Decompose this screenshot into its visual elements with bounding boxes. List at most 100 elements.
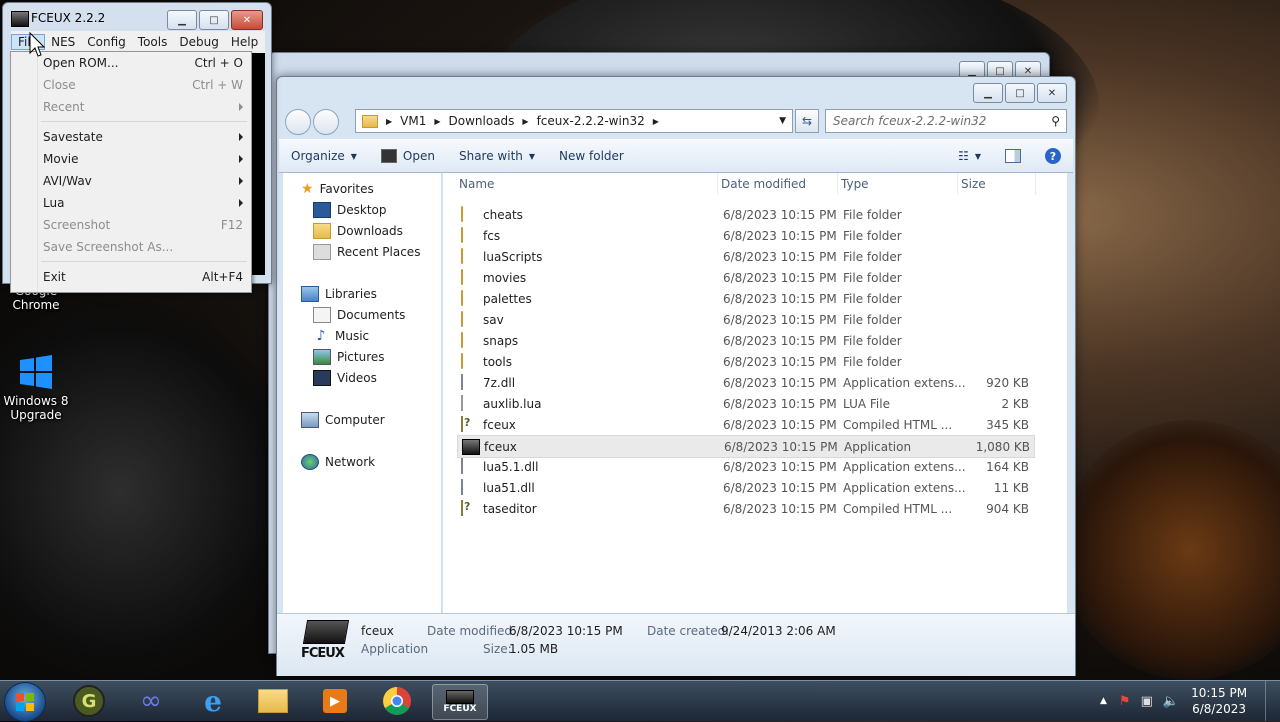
- menu-item-open-rom[interactable]: Open ROM... Ctrl + O: [43, 53, 243, 73]
- new-folder-button[interactable]: New folder: [547, 149, 636, 163]
- file-row[interactable]: cheats 6/8/2023 10:15 PM File folder: [457, 204, 1033, 225]
- minimize-button[interactable]: ▁: [973, 83, 1003, 103]
- menu-item-avi-wav[interactable]: AVI/Wav: [43, 171, 243, 191]
- taskbar-app-infinity[interactable]: ∞: [124, 684, 178, 718]
- file-row[interactable]: lua5.1.dll 6/8/2023 10:15 PM Application e…: [457, 456, 1033, 477]
- network-status-icon[interactable]: ▣: [1141, 694, 1153, 709]
- nav-recent-places[interactable]: Recent Places: [313, 244, 420, 260]
- file-row[interactable]: luaScripts 6/8/2023 10:15 PM File folder: [457, 246, 1033, 267]
- file-row[interactable]: tools 6/8/2023 10:15 PM File folder: [457, 351, 1033, 372]
- breadcrumb-fceux-folder[interactable]: fceux-2.2.2-win32: [533, 114, 649, 128]
- maximize-button[interactable]: □: [199, 10, 229, 30]
- file-row[interactable]: auxlib.lua 6/8/2023 10:15 PM LUA File 2 KB: [457, 393, 1033, 414]
- file-icon-wrap: [461, 416, 463, 432]
- taskbar-windows-explorer[interactable]: [246, 684, 300, 718]
- menu-debug[interactable]: Debug: [173, 35, 224, 49]
- taskbar-internet-explorer[interactable]: e: [186, 684, 240, 718]
- close-button[interactable]: ✕: [231, 10, 263, 30]
- file-row[interactable]: 7z.dll 6/8/2023 10:15 PM Application exten…: [457, 372, 1033, 393]
- search-box[interactable]: Search fceux-2.2.2-win32 ⚲: [825, 109, 1067, 133]
- desktop-icon-windows8-label-1: Windows 8: [3, 394, 69, 408]
- menu-separator: [41, 261, 247, 262]
- file-type: File folder: [843, 249, 902, 264]
- clock[interactable]: 10:15 PM 6/8/2023: [1191, 685, 1247, 717]
- menu-item-save-screenshot-as[interactable]: Save Screenshot As...: [43, 237, 243, 257]
- nav-desktop[interactable]: Desktop: [313, 202, 387, 218]
- column-size-label: Size: [961, 177, 986, 191]
- taskbar-media-player[interactable]: ▶: [308, 684, 362, 718]
- dll-file-icon: [461, 458, 463, 474]
- column-header-date[interactable]: Date modified: [717, 173, 838, 195]
- taskbar-chrome[interactable]: [370, 684, 424, 718]
- file-date: 6/8/2023 10:15 PM: [723, 291, 837, 306]
- help-button[interactable]: ?: [1033, 148, 1073, 164]
- breadcrumb-vm1[interactable]: VM1: [396, 114, 430, 128]
- nav-network[interactable]: Network: [301, 454, 375, 470]
- nav-computer[interactable]: Computer: [301, 412, 385, 428]
- file-row[interactable]: fcs 6/8/2023 10:15 PM File folder: [457, 225, 1033, 246]
- menu-item-lua[interactable]: Lua: [43, 193, 243, 213]
- organize-button[interactable]: Organize ▼: [279, 149, 369, 163]
- file-row[interactable]: movies 6/8/2023 10:15 PM File folder: [457, 267, 1033, 288]
- chevron-down-icon: ▼: [974, 151, 981, 161]
- address-bar[interactable]: ▶ VM1 ▶ Downloads ▶ fceux-2.2.2-win32 ▶ …: [355, 109, 793, 133]
- refresh-button[interactable]: ⇆: [795, 109, 819, 133]
- menu-nes[interactable]: NES: [45, 35, 81, 49]
- menu-item-movie[interactable]: Movie: [43, 149, 243, 169]
- menu-item-savestate[interactable]: Savestate: [43, 127, 243, 147]
- file-date: 6/8/2023 10:15 PM: [723, 207, 837, 222]
- share-with-button[interactable]: Share with ▼: [447, 149, 547, 163]
- libraries-icon: [301, 286, 319, 302]
- file-row[interactable]: taseditor 6/8/2023 10:15 PM Compiled HTML …: [457, 498, 1033, 519]
- volume-muted-icon[interactable]: 🔈: [1163, 694, 1179, 709]
- search-input[interactable]: Search fceux-2.2.2-win32: [826, 114, 986, 128]
- taskbar-app-g[interactable]: G: [62, 684, 116, 718]
- menu-tools[interactable]: Tools: [132, 35, 174, 49]
- nav-music[interactable]: ♪ Music: [313, 328, 370, 344]
- minimize-button[interactable]: ▁: [167, 10, 197, 30]
- show-desktop-button[interactable]: [1265, 681, 1280, 721]
- nav-libraries[interactable]: Libraries: [301, 286, 377, 302]
- folder-icon: [461, 227, 463, 243]
- file-row[interactable]: fceux 6/8/2023 10:15 PM Compiled HTML ... 3…: [457, 414, 1033, 435]
- explorer-window[interactable]: ▁ □ ✕ ▶ VM1 ▶ Downloads ▶ fceux-2.2.2-wi…: [276, 76, 1076, 676]
- forward-button[interactable]: [313, 109, 339, 135]
- menu-help[interactable]: Help: [225, 35, 264, 49]
- file-row[interactable]: lua51.dll 6/8/2023 10:15 PM Application ex…: [457, 477, 1033, 498]
- desktop-icon-windows8-upgrade[interactable]: Windows 8 Upgrade: [0, 352, 76, 422]
- back-button[interactable]: [285, 109, 311, 135]
- file-date: 6/8/2023 10:15 PM: [723, 249, 837, 264]
- address-dropdown-icon[interactable]: ▼: [779, 116, 786, 126]
- nav-downloads[interactable]: Downloads: [313, 223, 403, 239]
- change-view-button[interactable]: ☷ ▼: [946, 149, 993, 163]
- preview-pane-button[interactable]: [993, 149, 1033, 163]
- nav-documents[interactable]: Documents: [313, 307, 405, 323]
- show-hidden-icons-button[interactable]: ▲: [1100, 696, 1107, 706]
- menu-item-screenshot[interactable]: Screenshot F12: [43, 215, 243, 235]
- file-row[interactable]: fceux 6/8/2023 10:15 PM Application 1,080 K…: [457, 435, 1035, 458]
- nav-pictures[interactable]: Pictures: [313, 349, 385, 365]
- column-header-name[interactable]: Name: [455, 173, 718, 195]
- open-button[interactable]: Open: [369, 149, 447, 163]
- column-header-type[interactable]: Type: [837, 173, 958, 195]
- breadcrumb-separator-icon: ▶: [652, 116, 659, 126]
- nav-favorites[interactable]: ★ Favorites: [301, 181, 374, 197]
- file-row[interactable]: palettes 6/8/2023 10:15 PM File folder: [457, 288, 1033, 309]
- menu-item-close[interactable]: Close Ctrl + W: [43, 75, 243, 95]
- menu-item-recent[interactable]: Recent: [43, 97, 243, 117]
- file-icon-wrap: [461, 248, 463, 264]
- file-row[interactable]: sav 6/8/2023 10:15 PM File folder: [457, 309, 1033, 330]
- action-center-icon[interactable]: ⚑: [1119, 694, 1131, 709]
- maximize-button[interactable]: □: [1005, 83, 1035, 103]
- menu-item-shortcut: Ctrl + W: [192, 78, 243, 92]
- nav-videos[interactable]: Videos: [313, 370, 377, 386]
- close-button[interactable]: ✕: [1037, 83, 1067, 103]
- file-row[interactable]: snaps 6/8/2023 10:15 PM File folder: [457, 330, 1033, 351]
- menu-config[interactable]: Config: [81, 35, 132, 49]
- column-header-size[interactable]: Size: [957, 173, 1036, 195]
- file-name: fceux: [484, 439, 517, 454]
- taskbar-fceux[interactable]: FCEUX: [432, 684, 488, 720]
- menu-item-exit[interactable]: Exit Alt+F4: [43, 267, 243, 287]
- breadcrumb-downloads[interactable]: Downloads: [445, 114, 519, 128]
- start-button[interactable]: [4, 682, 46, 722]
